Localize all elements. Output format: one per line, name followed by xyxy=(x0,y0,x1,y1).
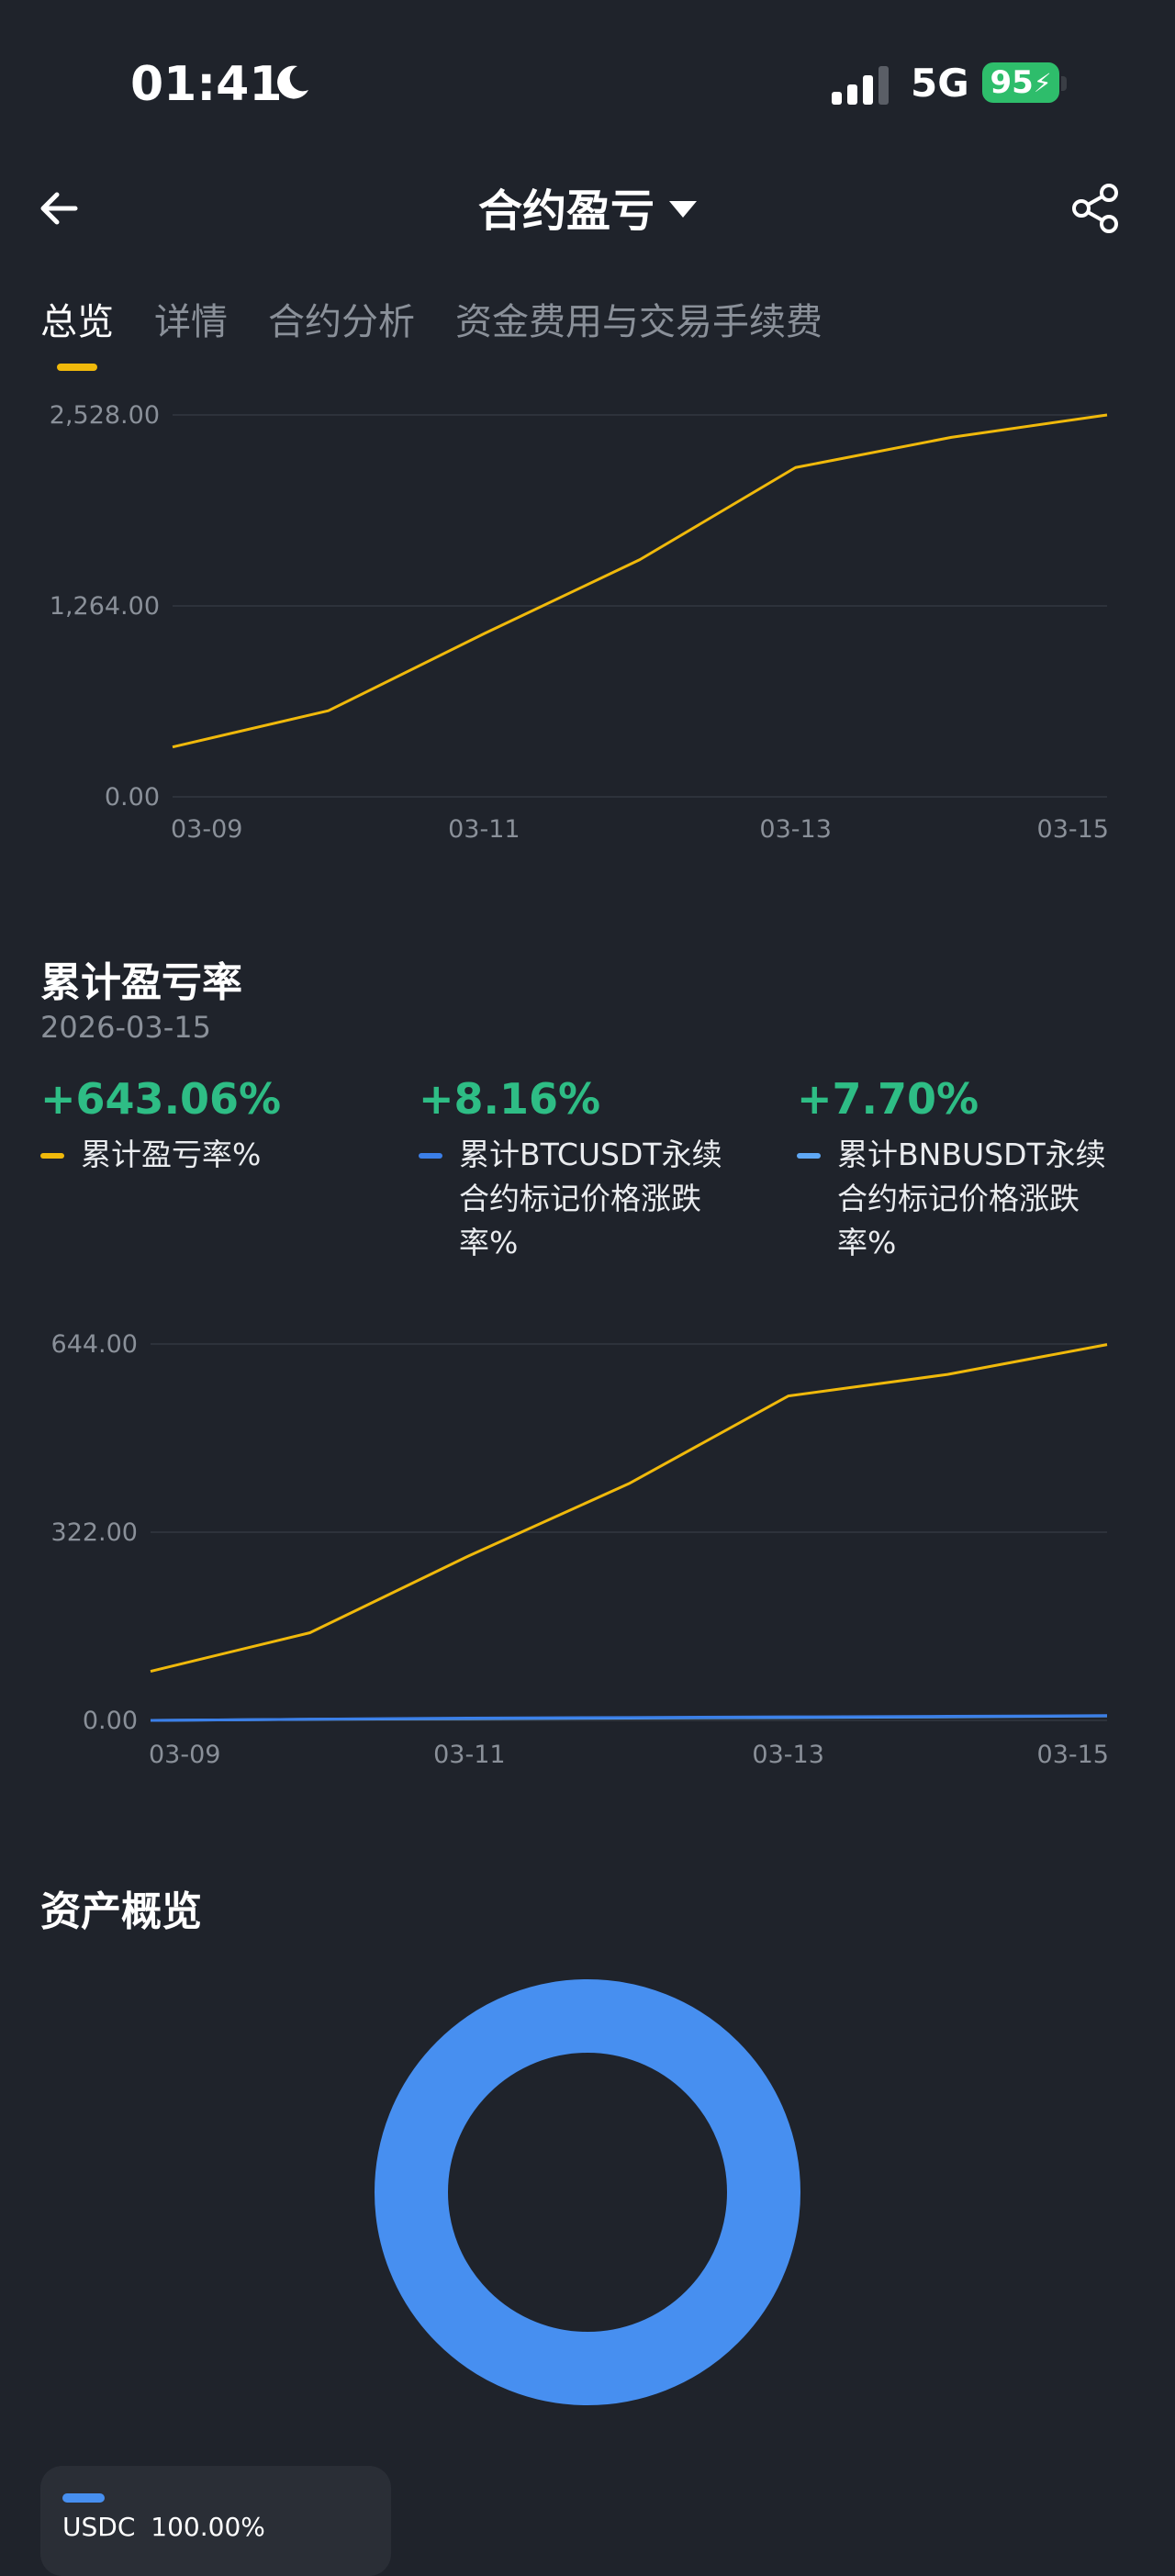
stat-value: +643.06% xyxy=(40,1074,282,1124)
tab-fees[interactable]: 资金费用与交易手续费 xyxy=(455,292,822,345)
battery-level: 95 xyxy=(990,64,1034,101)
legend-swatch xyxy=(419,1153,442,1159)
y-tick-label: 322.00 xyxy=(51,1518,138,1547)
y-tick-label: 0.00 xyxy=(83,1707,138,1735)
assets-section-title: 资产概览 xyxy=(40,1888,202,1935)
stat-value: +7.70% xyxy=(797,1074,979,1124)
stat-bnb-rate: +7.70% 累计BNBUSDT永续合约标记价格涨跌率% xyxy=(797,1074,1127,1265)
charging-icon: ⚡ xyxy=(1033,67,1052,98)
asset-name: USDC xyxy=(62,2512,136,2542)
tab-overview[interactable]: 总览 xyxy=(40,292,114,345)
x-tick-label: 03-13 xyxy=(759,815,831,844)
tab-active-indicator xyxy=(57,364,97,371)
x-tick-label: 03-13 xyxy=(752,1741,823,1769)
donut-slice-usdc[interactable] xyxy=(375,1979,800,2405)
asset-percent: 100.00% xyxy=(151,2512,265,2542)
signal-icon xyxy=(832,66,889,105)
stat-btc-rate: +8.16% 累计BTCUSDT永续合约标记价格涨跌率% xyxy=(419,1074,749,1265)
x-tick-label: 03-15 xyxy=(1037,815,1109,844)
series-line-0 xyxy=(150,1343,1108,1673)
page-title-dropdown[interactable]: 合约盈亏 xyxy=(0,174,1175,239)
x-tick-label: 03-11 xyxy=(448,815,520,844)
tab-bar: 总览 详情 合约分析 资金费用与交易手续费 xyxy=(40,292,822,345)
cumulative-rate-line-chart[interactable]: 0.00 322.00 644.00 03-09 03-11 03-13 03-15 xyxy=(0,1304,1175,1781)
network-type: 5G xyxy=(911,61,969,106)
asset-legend-item: USDC 100.00% xyxy=(62,2512,265,2542)
stat-pnl-rate: +643.06% 累计盈亏率% xyxy=(40,1074,398,1177)
status-time: 01:41 xyxy=(130,57,283,112)
page-title: 合约盈亏 xyxy=(477,185,655,237)
battery-tip xyxy=(1061,76,1067,91)
asset-legend-swatch xyxy=(62,2493,105,2503)
legend-label: 累计BNBUSDT永续合约标记价格涨跌率% xyxy=(837,1137,1106,1260)
y-tick-label: 644.00 xyxy=(51,1330,138,1359)
legend-swatch xyxy=(40,1153,64,1159)
x-tick-label: 03-09 xyxy=(149,1741,220,1769)
y-tick-label: 2,528.00 xyxy=(50,401,160,430)
share-icon[interactable] xyxy=(1069,182,1122,235)
pnl-line-chart[interactable]: 0.00 1,264.00 2,528.00 03-09 03-11 03-13 03-15 xyxy=(0,386,1175,863)
x-tick-label: 03-15 xyxy=(1037,1741,1109,1769)
series-line-0 xyxy=(172,413,1108,749)
legend-label: 累计盈亏率% xyxy=(81,1137,262,1172)
cumulative-section-title: 累计盈亏率 xyxy=(40,959,242,1006)
stat-value: +8.16% xyxy=(419,1074,601,1124)
legend-label: 累计BTCUSDT永续合约标记价格涨跌率% xyxy=(459,1137,722,1260)
tab-details[interactable]: 详情 xyxy=(154,292,228,345)
battery-indicator: 95 ⚡ xyxy=(982,62,1059,103)
y-tick-label: 0.00 xyxy=(105,783,160,812)
x-tick-label: 03-09 xyxy=(171,815,242,844)
caret-down-icon xyxy=(669,201,697,218)
tab-contract-analysis[interactable]: 合约分析 xyxy=(268,292,415,345)
legend-swatch xyxy=(797,1153,821,1159)
asset-donut-chart[interactable] xyxy=(367,1972,808,2413)
y-tick-label: 1,264.00 xyxy=(50,592,160,621)
cumulative-date: 2026-03-15 xyxy=(40,1010,211,1045)
moon-icon xyxy=(277,65,308,99)
x-tick-label: 03-11 xyxy=(433,1741,505,1769)
